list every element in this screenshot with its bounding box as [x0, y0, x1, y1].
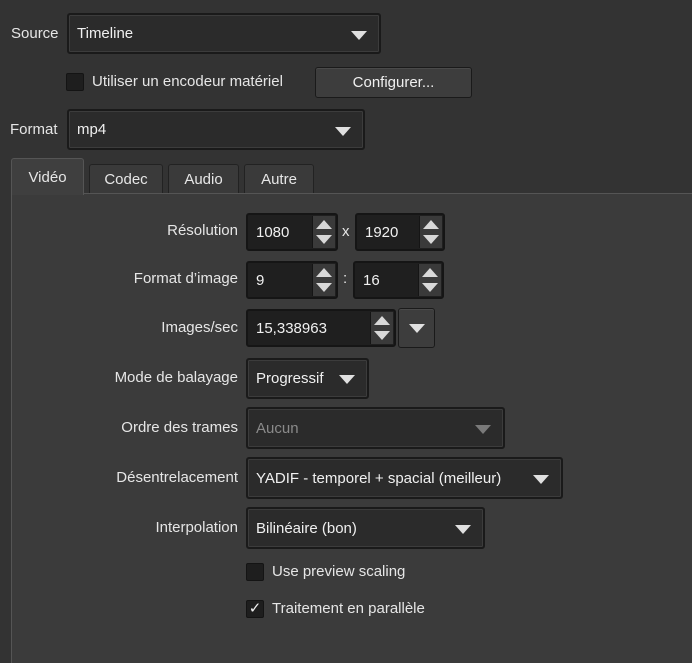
deinterlace-combo[interactable]: YADIF - temporel + spacial (meilleur) — [246, 457, 563, 499]
hw-encoder-label: Utiliser un encodeur matériel — [92, 73, 283, 90]
aspect-den-value: 16 — [363, 271, 380, 289]
aspect-num-value: 9 — [256, 271, 265, 289]
tab-codec[interactable]: Codec — [89, 164, 163, 194]
format-combo[interactable]: mp4 — [67, 109, 365, 150]
chevron-down-icon — [475, 425, 491, 434]
aspect-num-spinbox[interactable]: 9 — [246, 261, 338, 299]
source-value: Timeline — [77, 25, 134, 42]
tab-other-label: Autre — [261, 171, 297, 188]
arrow-down-icon — [316, 235, 332, 244]
aspect-label: Format d’image — [133, 270, 238, 287]
deinterlace-value: YADIF - temporel + spacial (meilleur) — [256, 469, 502, 487]
resolution-height-stepper[interactable] — [419, 216, 442, 248]
source-label: Source — [11, 25, 59, 42]
hw-encoder-checkbox[interactable] — [66, 73, 84, 91]
fps-presets-button[interactable] — [398, 308, 435, 348]
resolution-label: Résolution — [167, 222, 238, 239]
resolution-height-spinbox[interactable]: 1920 — [355, 213, 445, 251]
resolution-height-value: 1920 — [365, 223, 399, 241]
interpolation-value: Bilinéaire (bon) — [256, 519, 357, 537]
fps-spinbox[interactable]: 15,338963 — [246, 309, 396, 347]
tab-audio[interactable]: Audio — [168, 164, 239, 194]
resolution-separator: x — [342, 223, 350, 240]
parallel-label: Traitement en parallèle — [272, 600, 425, 617]
source-combo[interactable]: Timeline — [67, 13, 381, 54]
resolution-width-spinbox[interactable]: 1080 — [246, 213, 338, 251]
fps-value: 15,338963 — [256, 319, 327, 337]
arrow-down-icon — [374, 331, 390, 340]
aspect-den-spinbox[interactable]: 16 — [353, 261, 444, 299]
fps-stepper[interactable] — [370, 312, 393, 344]
aspect-separator: : — [343, 270, 348, 287]
resolution-width-stepper[interactable] — [312, 216, 335, 248]
resolution-width-value: 1080 — [256, 223, 290, 241]
arrow-up-icon — [422, 268, 438, 277]
chevron-down-icon — [335, 127, 351, 136]
interpolation-label: Interpolation — [155, 519, 238, 536]
field-order-label: Ordre des trames — [121, 419, 238, 436]
tab-audio-label: Audio — [184, 171, 223, 188]
deinterlace-label: Désentrelacement — [116, 469, 238, 486]
arrow-up-icon — [316, 220, 332, 229]
format-label: Format — [10, 121, 58, 138]
checkmark-icon: ✓ — [248, 600, 262, 617]
arrow-up-icon — [423, 220, 439, 229]
format-value: mp4 — [77, 121, 107, 138]
tab-codec-label: Codec — [104, 171, 148, 188]
parallel-checkbox[interactable]: ✓ — [246, 600, 264, 618]
arrow-up-icon — [316, 268, 332, 277]
arrow-down-icon — [423, 235, 439, 244]
preview-scaling-checkbox[interactable] — [246, 563, 264, 581]
arrow-down-icon — [422, 283, 438, 292]
chevron-down-icon — [533, 475, 549, 484]
scan-mode-value: Progressif — [256, 370, 324, 387]
aspect-num-stepper[interactable] — [312, 264, 335, 296]
arrow-up-icon — [374, 316, 390, 325]
tab-video[interactable]: Vidéo — [11, 158, 84, 195]
configure-button-label: Configurer... — [352, 74, 435, 91]
aspect-den-stepper[interactable] — [418, 264, 441, 296]
configure-button[interactable]: Configurer... — [315, 67, 472, 98]
chevron-down-icon — [409, 324, 425, 333]
arrow-down-icon — [316, 283, 332, 292]
chevron-down-icon — [351, 31, 367, 40]
chevron-down-icon — [339, 375, 355, 384]
tab-other[interactable]: Autre — [244, 164, 314, 194]
fps-label: Images/sec — [161, 319, 238, 336]
scan-mode-label: Mode de balayage — [114, 369, 238, 386]
scan-mode-combo[interactable]: Progressif — [246, 358, 369, 399]
chevron-down-icon — [455, 525, 471, 534]
field-order-combo: Aucun — [246, 407, 505, 449]
interpolation-combo[interactable]: Bilinéaire (bon) — [246, 507, 485, 549]
preview-scaling-label: Use preview scaling — [272, 563, 406, 580]
field-order-value: Aucun — [256, 419, 299, 437]
tab-video-label: Vidéo — [28, 168, 67, 186]
